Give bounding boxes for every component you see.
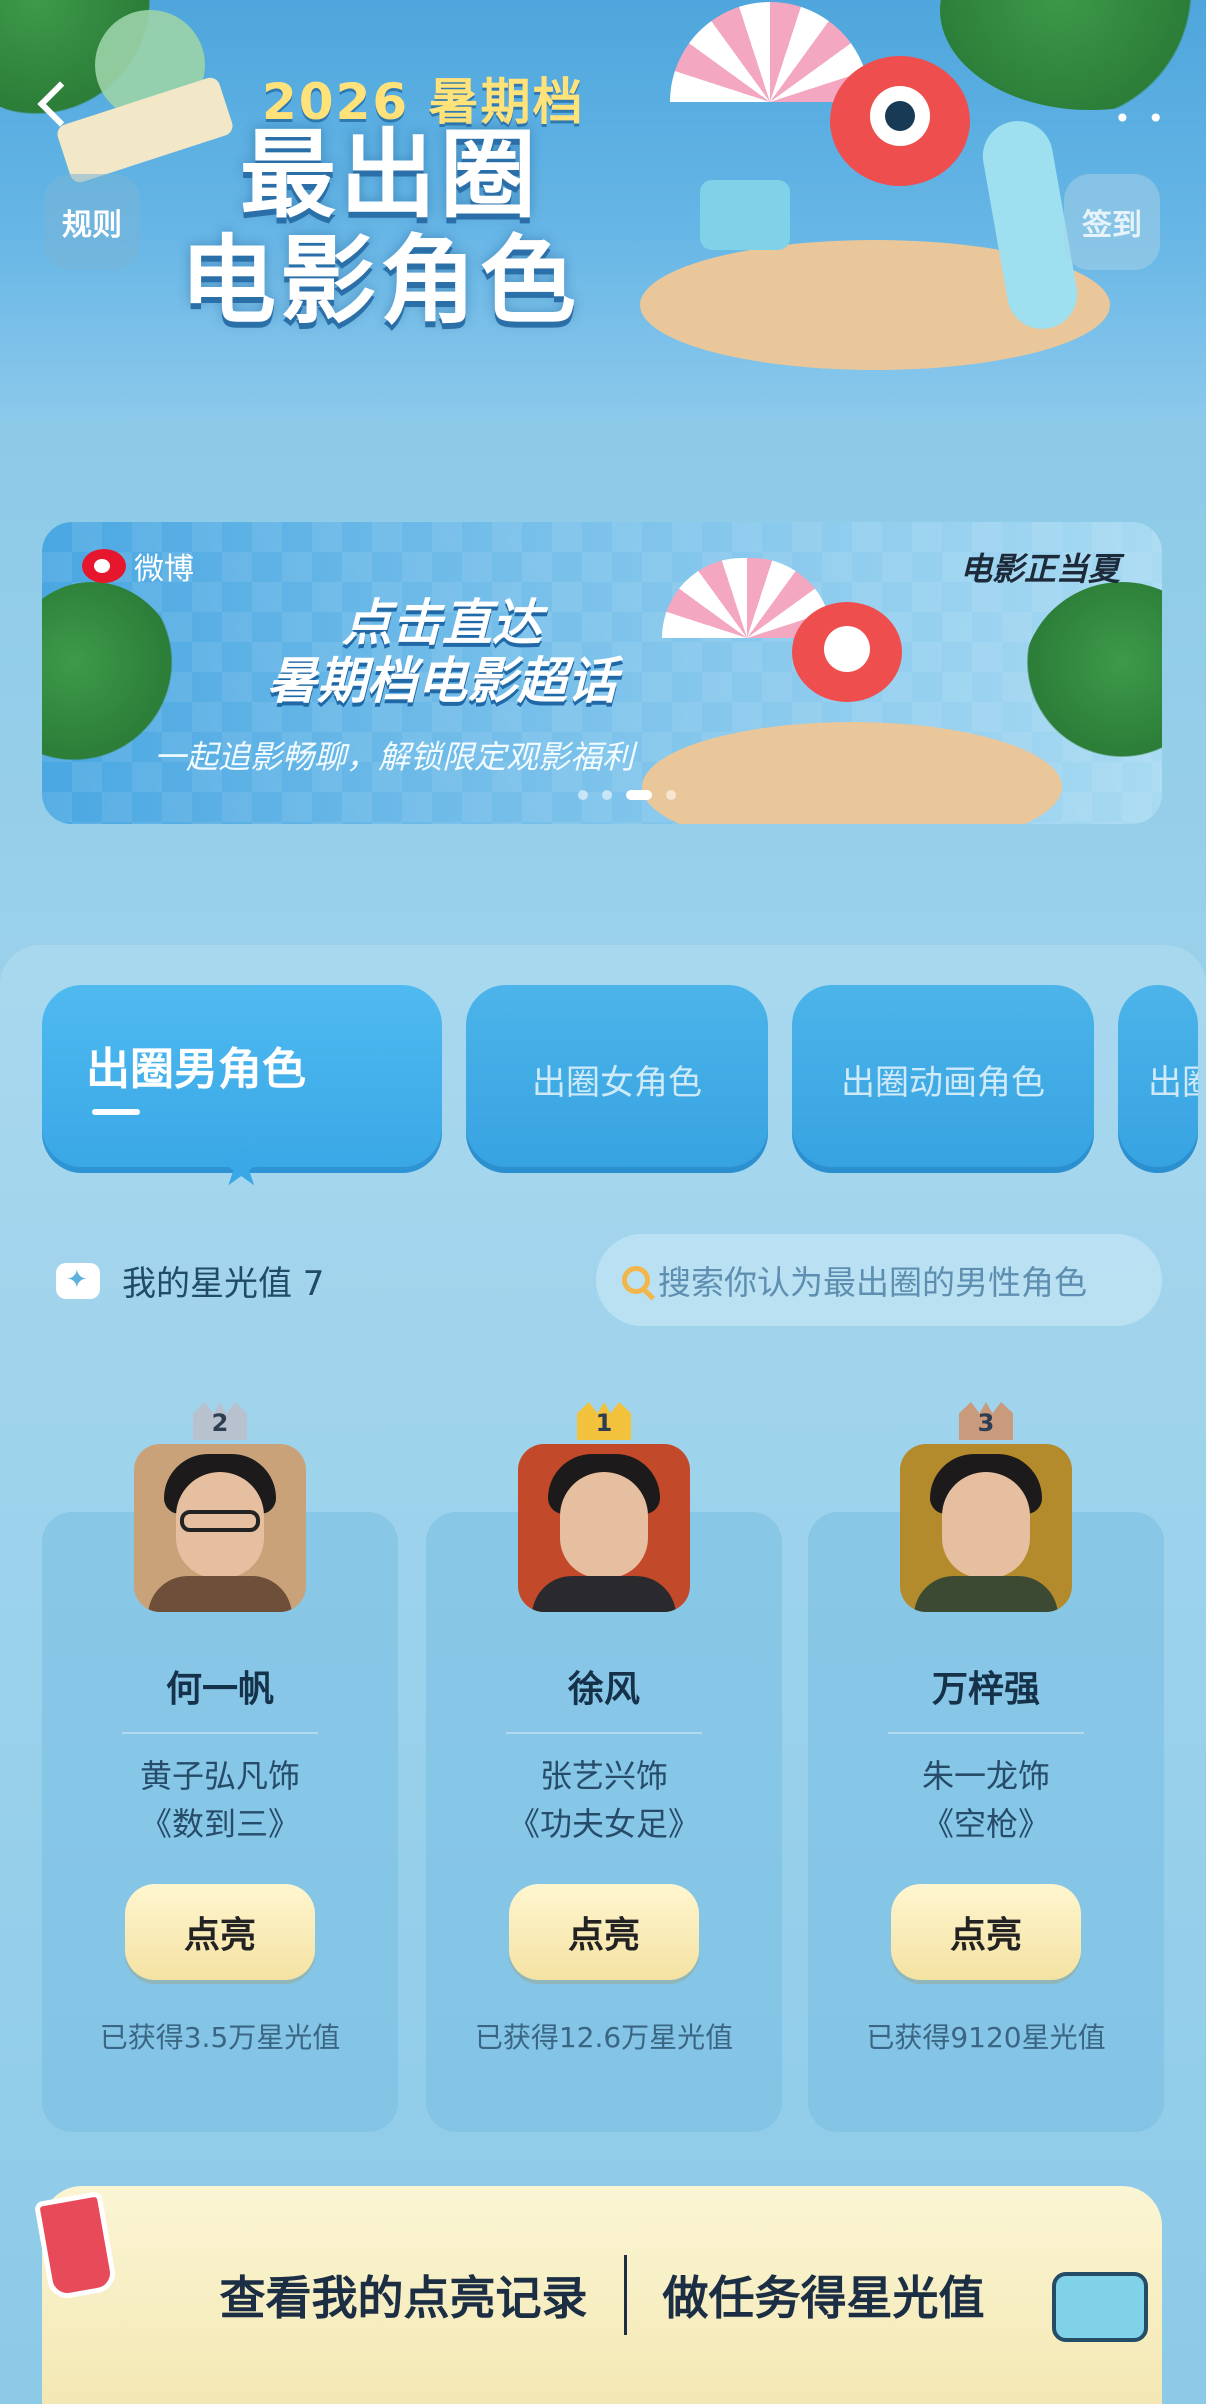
page-title: 最出圈 电影角色: [180, 122, 650, 334]
checkin-button[interactable]: 签到: [1064, 174, 1160, 270]
rank-badge: 1: [577, 1402, 631, 1440]
starlight-earned: 已获得9120星光值: [866, 2021, 1106, 2054]
promo-banner[interactable]: 微博 电影正当夏 点击直达 暑期档电影超话 一起追影畅聊，解锁限定观影福利: [42, 522, 1162, 824]
candidate-avatar-block: 2: [134, 1402, 306, 1612]
tab-label: 出圈: [1148, 1062, 1198, 1103]
candidate-name: 万梓强: [931, 1669, 1040, 1710]
category-tabs: 出圈男角色 ★ 出圈女角色 出圈动画角色 出圈: [42, 985, 1198, 1198]
carousel-dot[interactable]: [602, 790, 612, 800]
starlight-earned: 已获得3.5万星光值: [99, 2021, 341, 2054]
search-icon: [622, 1266, 650, 1294]
tab-more-roles[interactable]: 出圈: [1118, 985, 1198, 1173]
red-mascot-illustration: [830, 56, 970, 186]
movie-title: 《功夫女足》: [507, 1805, 700, 1843]
search-bar[interactable]: 搜索你认为最出圈的男性角色: [596, 1234, 1162, 1326]
light-up-button[interactable]: 点亮: [125, 1884, 315, 1980]
actor-name: 黄子弘凡饰: [139, 1757, 300, 1795]
starlight-value: 我的星光值 7: [122, 1264, 325, 1304]
movie-title: 《数到三》: [139, 1805, 300, 1843]
more-icon[interactable]: • •: [1114, 102, 1168, 135]
avatar[interactable]: [518, 1444, 690, 1612]
candidate-avatar-block: 1: [518, 1402, 690, 1612]
title-line-1: 最出圈: [240, 119, 540, 231]
hero-banner: • • 规则 签到 2026 暑期档 最出圈 电影角色: [0, 0, 1206, 420]
actor-name: 张艺兴饰: [539, 1757, 668, 1795]
banner-tag: 电影正当夏: [959, 550, 1120, 588]
my-records-link[interactable]: 查看我的点亮记录: [220, 2262, 588, 2328]
glasses-decoration: [180, 1510, 260, 1532]
divider: [623, 2255, 627, 2335]
tab-animated-roles[interactable]: 出圈动画角色: [792, 985, 1094, 1173]
rules-button[interactable]: 规则: [44, 174, 140, 270]
back-icon[interactable]: [30, 80, 78, 128]
carousel-dot[interactable]: [578, 790, 588, 800]
candidate-avatar-block: 3: [900, 1402, 1072, 1612]
starlight-icon: [56, 1262, 100, 1299]
tab-label: 出圈动画角色: [841, 1062, 1045, 1103]
divider: [122, 1732, 318, 1734]
candidate-name: 徐风: [567, 1669, 640, 1710]
light-up-button[interactable]: 点亮: [891, 1884, 1081, 1980]
red-mascot-illustration: [792, 602, 902, 702]
banner-subline: 一起追影畅聊，解锁限定观影福利: [154, 738, 635, 776]
weibo-logo-text: 微博: [134, 552, 194, 587]
divider: [888, 1732, 1084, 1734]
bottom-action-bar: 查看我的点亮记录 做任务得星光值: [33, 2186, 1162, 2404]
movie-title: 《空枪》: [921, 1805, 1050, 1843]
candidate-role: 张艺兴饰 《功夫女足》: [426, 1752, 782, 1848]
light-up-button[interactable]: 点亮: [509, 1884, 699, 1980]
tab-female-roles[interactable]: 出圈女角色: [466, 985, 768, 1173]
weibo-icon: [82, 549, 126, 583]
carousel-dot-active[interactable]: [626, 790, 652, 800]
candidate-name: 何一帆: [165, 1669, 274, 1710]
banner-headline: 点击直达 暑期档电影超话: [222, 594, 662, 710]
actor-name: 朱一龙饰: [921, 1757, 1050, 1795]
tab-active-underline: [92, 1109, 140, 1115]
carousel-indicator: [578, 790, 676, 800]
palm-leaf-decoration: [940, 0, 1206, 110]
star-icon: ★: [217, 1135, 266, 1198]
camera-mascot-icon: [1052, 2272, 1148, 2342]
rank-badge: 3: [959, 1402, 1013, 1440]
carousel-dot[interactable]: [666, 790, 676, 800]
tab-male-roles[interactable]: 出圈男角色 ★: [42, 985, 442, 1198]
candidate-role: 朱一龙饰 《空枪》: [808, 1752, 1164, 1848]
camera-mascot-illustration: [700, 180, 790, 250]
tab-label: 出圈女角色: [532, 1062, 702, 1103]
banner-headline-line-2: 暑期档电影超话: [267, 652, 617, 710]
weibo-logo: 微博: [82, 544, 194, 588]
search-input[interactable]: 搜索你认为最出圈的男性角色: [658, 1256, 1087, 1304]
divider: [506, 1732, 702, 1734]
avatar[interactable]: [900, 1444, 1072, 1612]
my-starlight: 我的星光值 7: [56, 1256, 324, 1305]
title-line-2: 电影角色: [180, 225, 580, 337]
tab-label: 出圈男角色: [86, 1044, 306, 1095]
tasks-link[interactable]: 做任务得星光值: [663, 2262, 985, 2328]
rank-badge: 2: [193, 1402, 247, 1440]
avatar[interactable]: [134, 1444, 306, 1612]
banner-headline-line-1: 点击直达: [342, 594, 542, 652]
drink-cup-icon: [33, 2190, 119, 2302]
starlight-earned: 已获得12.6万星光值: [474, 2021, 734, 2054]
candidate-role: 黄子弘凡饰 《数到三》: [42, 1752, 398, 1848]
